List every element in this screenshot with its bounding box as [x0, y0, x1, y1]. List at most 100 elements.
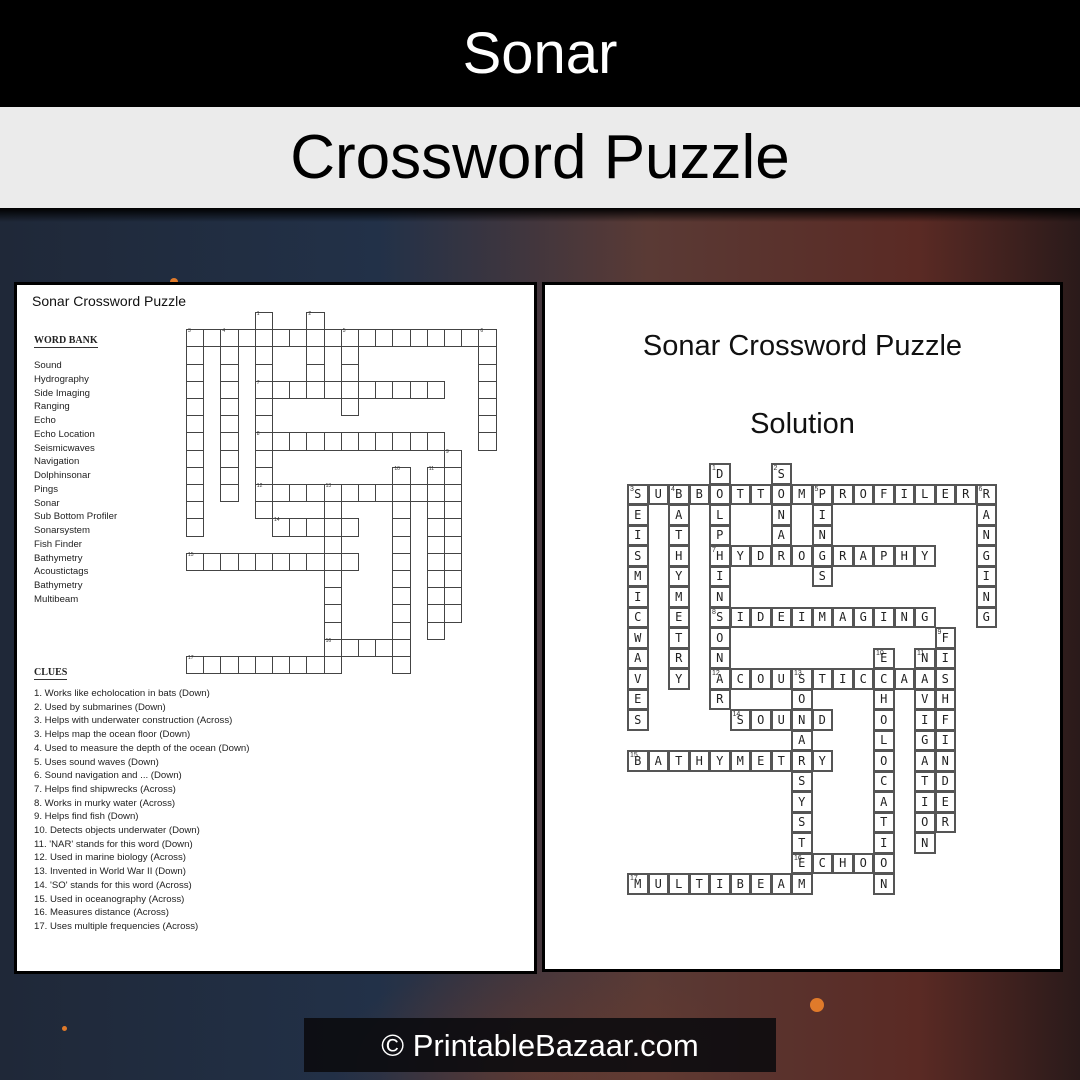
crossword-cell[interactable] [392, 570, 411, 589]
crossword-cell[interactable]: 17 [186, 656, 205, 675]
crossword-cell[interactable] [237, 552, 256, 571]
crossword-cell[interactable]: 10 [392, 466, 411, 485]
crossword-cell[interactable] [220, 552, 239, 571]
crossword-cell[interactable]: 5 [340, 329, 359, 348]
crossword-cell[interactable] [375, 329, 394, 348]
crossword-cell[interactable] [186, 380, 205, 399]
crossword-cell[interactable] [340, 380, 359, 399]
crossword-cell[interactable] [444, 570, 463, 589]
crossword-cell[interactable] [426, 484, 445, 503]
crossword-cell[interactable] [426, 535, 445, 554]
crossword-cell[interactable] [444, 484, 463, 503]
crossword-cell[interactable] [186, 501, 205, 520]
crossword-cell[interactable] [340, 432, 359, 451]
crossword-cell[interactable] [272, 432, 291, 451]
crossword-cell[interactable] [254, 552, 273, 571]
crossword-cell[interactable] [478, 380, 497, 399]
crossword-cell[interactable] [272, 552, 291, 571]
crossword-cell[interactable] [186, 484, 205, 503]
crossword-cell[interactable] [375, 432, 394, 451]
crossword-cell[interactable] [426, 604, 445, 623]
crossword-cell[interactable] [340, 363, 359, 382]
crossword-cell[interactable] [289, 432, 308, 451]
crossword-cell[interactable] [392, 329, 411, 348]
crossword-cell[interactable] [237, 656, 256, 675]
crossword-cell[interactable] [426, 501, 445, 520]
crossword-cell[interactable] [358, 484, 377, 503]
crossword-cell[interactable] [392, 638, 411, 657]
crossword-cell[interactable] [220, 656, 239, 675]
crossword-cell[interactable] [461, 329, 480, 348]
crossword-cell[interactable]: 14 [272, 518, 291, 537]
crossword-cell[interactable] [289, 656, 308, 675]
crossword-cell[interactable] [323, 587, 342, 606]
crossword-cell[interactable] [392, 656, 411, 675]
crossword-cell[interactable] [272, 329, 291, 348]
crossword-cell[interactable] [220, 415, 239, 434]
crossword-cell[interactable] [220, 346, 239, 365]
crossword-cell[interactable] [289, 329, 308, 348]
crossword-cell[interactable] [220, 398, 239, 417]
crossword-cell[interactable] [478, 346, 497, 365]
crossword-cell[interactable] [392, 604, 411, 623]
crossword-cell[interactable] [323, 501, 342, 520]
crossword-cell[interactable] [478, 432, 497, 451]
crossword-cell[interactable] [237, 329, 256, 348]
crossword-cell[interactable] [254, 346, 273, 365]
crossword-cell[interactable] [220, 466, 239, 485]
crossword-cell[interactable] [254, 398, 273, 417]
crossword-cell[interactable] [409, 329, 428, 348]
crossword-cell[interactable] [289, 484, 308, 503]
crossword-cell[interactable] [426, 552, 445, 571]
crossword-cell[interactable] [340, 484, 359, 503]
crossword-cell[interactable] [409, 484, 428, 503]
crossword-cell[interactable] [392, 587, 411, 606]
crossword-cell[interactable] [392, 380, 411, 399]
crossword-cell[interactable] [426, 432, 445, 451]
crossword-cell[interactable] [186, 432, 205, 451]
crossword-cell[interactable] [340, 346, 359, 365]
crossword-cell[interactable]: 1 [254, 312, 273, 331]
crossword-cell[interactable]: 9 [444, 449, 463, 468]
crossword-cell[interactable] [340, 552, 359, 571]
crossword-cell[interactable] [186, 415, 205, 434]
crossword-cell[interactable] [358, 638, 377, 657]
crossword-cell[interactable]: 8 [254, 432, 273, 451]
crossword-cell[interactable] [392, 432, 411, 451]
crossword-cell[interactable] [426, 587, 445, 606]
crossword-cell[interactable] [444, 518, 463, 537]
crossword-cell[interactable] [426, 570, 445, 589]
crossword-cell[interactable] [340, 518, 359, 537]
crossword-cell[interactable] [392, 621, 411, 640]
crossword-cell[interactable] [254, 656, 273, 675]
crossword-cell[interactable] [220, 449, 239, 468]
crossword-cell[interactable] [306, 552, 325, 571]
crossword-cell[interactable] [306, 346, 325, 365]
crossword-cell[interactable]: 3 [186, 329, 205, 348]
crossword-cell[interactable] [444, 604, 463, 623]
crossword-cell[interactable] [478, 398, 497, 417]
crossword-cell[interactable] [306, 363, 325, 382]
crossword-cell[interactable] [444, 587, 463, 606]
crossword-cell[interactable] [306, 432, 325, 451]
crossword-cell[interactable] [289, 518, 308, 537]
crossword-cell[interactable] [409, 432, 428, 451]
crossword-cell[interactable] [340, 638, 359, 657]
crossword-cell[interactable] [358, 380, 377, 399]
crossword-cell[interactable] [220, 484, 239, 503]
crossword-cell[interactable] [409, 380, 428, 399]
crossword-cell[interactable] [323, 432, 342, 451]
crossword-cell[interactable] [392, 518, 411, 537]
crossword-cell[interactable] [426, 518, 445, 537]
crossword-cell[interactable] [254, 329, 273, 348]
crossword-cell[interactable] [203, 329, 222, 348]
crossword-cell[interactable]: 16 [323, 638, 342, 657]
crossword-cell[interactable] [186, 466, 205, 485]
crossword-cell[interactable] [426, 329, 445, 348]
crossword-cell[interactable] [375, 380, 394, 399]
crossword-cell[interactable] [375, 638, 394, 657]
crossword-cell[interactable]: 2 [306, 312, 325, 331]
crossword-cell[interactable] [186, 449, 205, 468]
crossword-cell[interactable] [220, 380, 239, 399]
crossword-cell[interactable] [323, 518, 342, 537]
